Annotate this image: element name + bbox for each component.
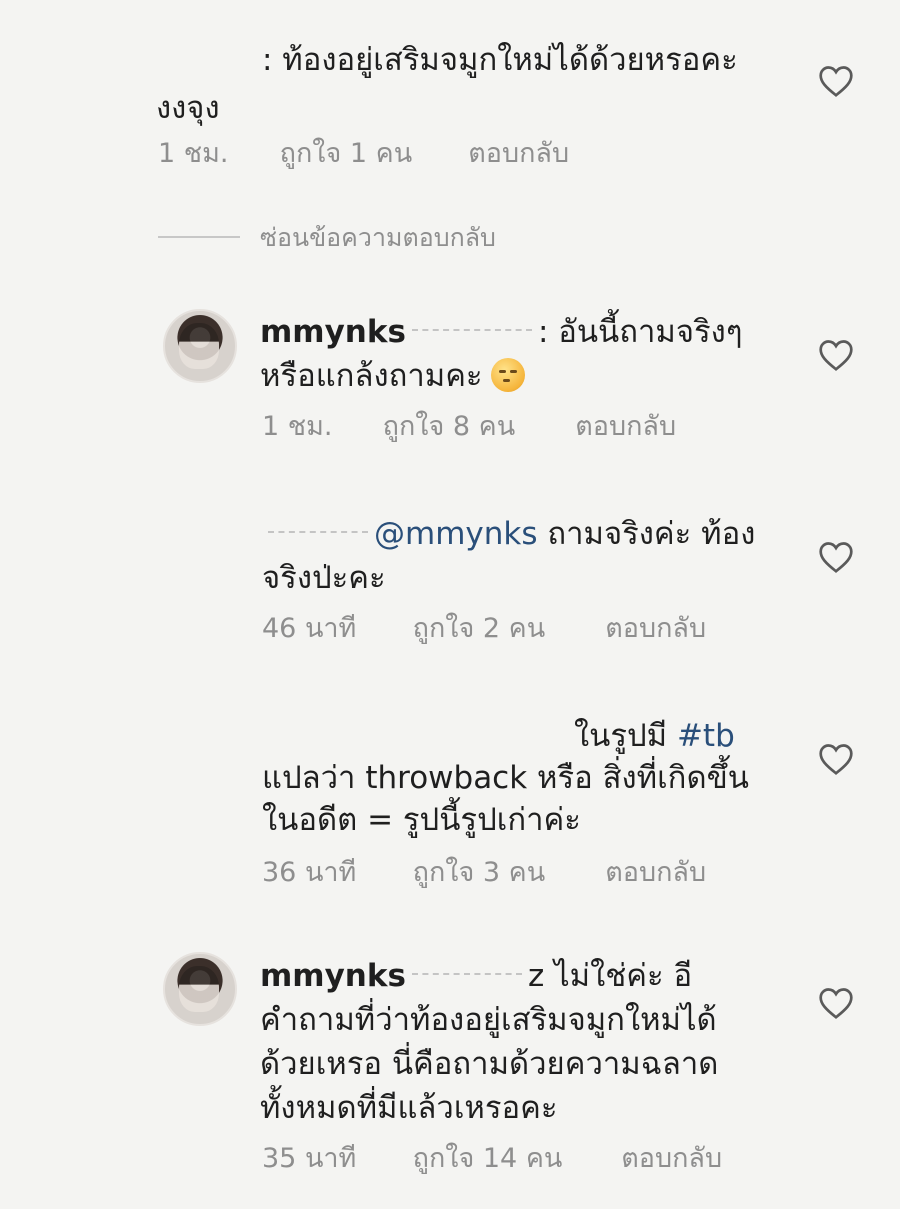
comment-5-reply-button[interactable]: ตอบกลับ [621,1142,722,1176]
comment-2-like-icon[interactable] [818,338,854,372]
comment-2-text-line-1: mmynks : อันนี้ถามจริงๆ [260,312,742,352]
comment-5-text-line-4: ทั้งหมดที่มีแล้วเหรอคะ [260,1090,558,1126]
comment-1-time: 1 ชม. [158,138,229,169]
comment-1-likes[interactable]: ถูกใจ 1 คน [280,137,460,171]
avatar[interactable] [163,309,237,383]
comment-3-mention-link[interactable]: @mmynks [374,516,538,552]
comment-2-time: 1 ชม. [262,411,333,442]
comment-2-meta: 1 ชม. ถูกใจ 8 คน ตอบกลับ [262,410,676,444]
comment-1-like-icon[interactable] [818,64,854,98]
comment-4-likes[interactable]: ถูกใจ 3 คน [413,856,597,890]
comment-1-reply-button[interactable]: ตอบกลับ [468,137,569,171]
redacted-area [411,972,522,983]
comment-4-time: 36 นาที [262,857,357,888]
comment-2-username[interactable]: mmynks [260,314,406,350]
comment-3-likes[interactable]: ถูกใจ 2 คน [413,612,597,646]
comment-5-username[interactable]: mmynks [260,958,406,994]
redacted-area [268,530,368,541]
comment-5-text-line-3: ด้วยเหรอ นี่คือถามด้วยความฉลาด [260,1046,719,1082]
comment-4-text-line-2: แปลว่า throwback หรือ สิ่งที่เกิดขึ้น [262,760,749,796]
comment-3-text-line-1: @mmynks ถามจริงค่ะ ท้อง [262,514,755,554]
redacted-area [411,328,532,339]
comment-5-text-line-1: mmynks z ไม่ใช่ค่ะ อี [260,956,692,996]
avatar[interactable] [163,952,237,1026]
comment-1-meta: 1 ชม. ถูกใจ 1 คน ตอบกลับ [158,137,569,171]
comment-3-reply-button[interactable]: ตอบกลับ [605,612,706,646]
comment-4-text-line-3: ในอดีต = รูปนี้รูปเก่าค่ะ [262,802,581,838]
comment-5-text-tail: z ไม่ใช่ค่ะ อี [527,958,693,994]
comment-2-reply-button[interactable]: ตอบกลับ [575,410,676,444]
comment-3-time: 46 นาที [262,613,357,644]
comment-5-text-line-2: คำถามที่ว่าท้องอยู่เสริมจมูกใหม่ได้ [260,1002,717,1038]
comment-3-meta: 46 นาที ถูกใจ 2 คน ตอบกลับ [262,612,706,646]
comment-5-likes[interactable]: ถูกใจ 14 คน [413,1142,613,1176]
comment-4-text-line-1: ในรูปมี #tb [574,716,735,756]
comment-2-text: หรือแกล้งถามคะ [260,358,483,394]
comment-3-like-icon[interactable] [818,540,854,574]
comment-3-text-line-2: จริงป่ะคะ [262,560,386,596]
comment-5-meta: 35 นาที ถูกใจ 14 คน ตอบกลับ [262,1142,722,1176]
comment-4-like-icon[interactable] [818,742,854,776]
comment-1-text-line-1: : ท้องอยู่เสริมจมูกใหม่ได้ด้วยหรอคะ [262,42,738,78]
comment-4-hashtag-link[interactable]: #tb [677,718,735,754]
comment-3-text-tail: ถามจริงค่ะ ท้อง [547,516,756,552]
comment-5-like-icon[interactable] [818,986,854,1020]
smirk-emoji-icon [490,358,525,392]
comment-2-text-line-2: หรือแกล้งถามคะ [260,356,525,396]
comment-4-reply-button[interactable]: ตอบกลับ [605,856,706,890]
comment-2-likes[interactable]: ถูกใจ 8 คน [383,410,567,444]
comment-2-text-tail: : อันนี้ถามจริงๆ [537,314,743,350]
hide-replies-divider [158,236,240,238]
comments-screen: : ท้องอยู่เสริมจมูกใหม่ได้ด้วยหรอคะ งงจุ… [0,0,900,1209]
hide-replies-button[interactable]: ซ่อนข้อความตอบกลับ [260,222,496,254]
comment-5-time: 35 นาที [262,1143,357,1174]
comment-4-meta: 36 นาที ถูกใจ 3 คน ตอบกลับ [262,856,706,890]
comment-4-text-prefix: ในรูปมี [574,718,668,754]
comment-1-text-line-2: งงจุง [156,90,220,126]
